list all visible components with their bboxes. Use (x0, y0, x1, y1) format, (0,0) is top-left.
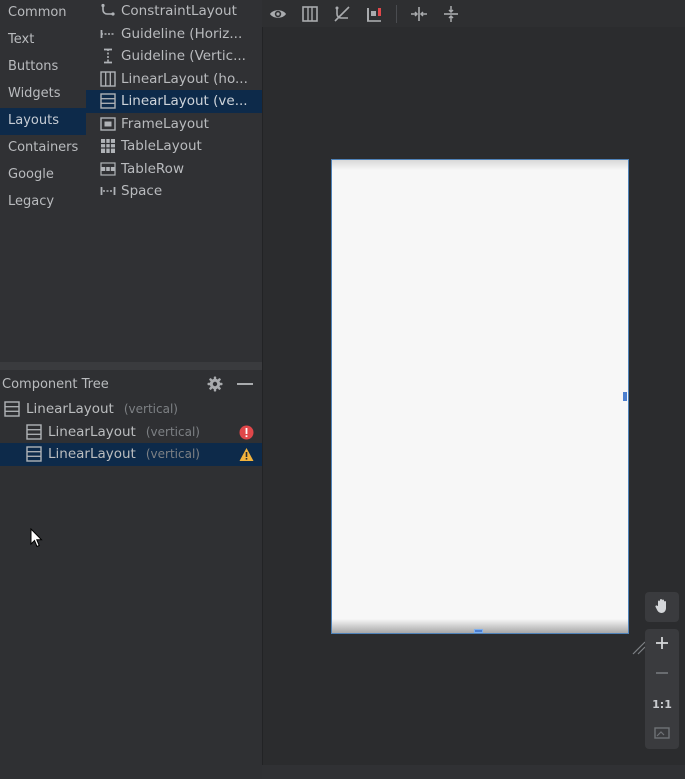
zoom-out-button[interactable] (645, 659, 679, 689)
eye-icon[interactable] (262, 0, 294, 27)
linear-layout-horizontal-icon (100, 71, 116, 87)
resize-handle-bottom[interactable] (474, 629, 483, 633)
tree-node-label: LinearLayout (48, 423, 136, 440)
pack-horizontal-icon[interactable] (403, 0, 435, 27)
tree-node-child-1[interactable]: LinearLayout (vertical) (0, 421, 262, 444)
palette-item-linear-layout-horizontal[interactable]: LinearLayout (ho... (86, 68, 262, 91)
palette-item-label: FrameLayout (121, 115, 209, 132)
palette-item-label: LinearLayout (ve... (121, 93, 248, 110)
category-widgets[interactable]: Widgets (0, 81, 86, 108)
zoom-to-fit-button[interactable] (645, 719, 679, 749)
minimize-icon[interactable] (237, 383, 253, 385)
constraint-layout-icon (100, 3, 116, 19)
blueprint-icon[interactable] (294, 0, 326, 27)
fit-screen-icon (653, 724, 671, 745)
palette-item-label: TableRow (121, 160, 184, 177)
space-icon (100, 183, 116, 199)
component-tree-title: Component Tree (2, 376, 109, 392)
category-legacy[interactable]: Legacy (0, 189, 86, 216)
linear-layout-vertical-icon (4, 401, 20, 417)
palette-categories: Common Text Buttons Widgets Layouts Cont… (0, 0, 86, 362)
tree-node-label: LinearLayout (26, 401, 114, 418)
warning-icon[interactable] (239, 447, 254, 462)
palette-item-constraint-layout[interactable]: ConstraintLayout (86, 0, 262, 23)
category-common[interactable]: Common (0, 0, 86, 27)
palette-item-guideline-vertical[interactable]: Guideline (Vertic... (86, 45, 262, 68)
error-icon[interactable] (239, 425, 254, 440)
tree-node-orientation: (vertical) (145, 424, 200, 439)
tree-node-label: LinearLayout (48, 446, 136, 463)
category-containers[interactable]: Containers (0, 135, 86, 162)
zoom-one-to-one-button[interactable]: 1:1 (645, 689, 679, 719)
tree-node-orientation: (vertical) (145, 447, 200, 462)
panel-splitter[interactable] (0, 362, 262, 370)
tree-node-child-2[interactable]: LinearLayout (vertical) (0, 443, 262, 466)
palette-item-label: Guideline (Horiz... (121, 25, 243, 42)
frame-layout-icon (100, 116, 116, 132)
resize-handle-right[interactable] (623, 392, 627, 401)
palette-item-label: Space (121, 183, 163, 200)
palette-item-label: Guideline (Vertic... (121, 48, 246, 65)
toolbar-separator (396, 4, 397, 23)
pack-vertical-icon[interactable] (435, 0, 467, 27)
palette-item-guideline-horizontal[interactable]: Guideline (Horiz... (86, 23, 262, 46)
plus-icon (653, 634, 671, 655)
canvas-bottom-bar (262, 765, 685, 779)
guideline-vertical-icon (100, 48, 116, 64)
palette-item-label: LinearLayout (ho... (121, 70, 248, 87)
design-toolbar (262, 0, 685, 27)
constraints-off-icon[interactable] (326, 0, 358, 27)
zoom-controls: 1:1 (645, 592, 679, 749)
palette-items: ConstraintLayout Guideline (Horiz... Gui… (86, 0, 262, 362)
tree-node-orientation: (vertical) (123, 402, 178, 417)
linear-layout-vertical-icon (26, 446, 42, 462)
palette-item-linear-layout-vertical[interactable]: LinearLayout (ve... (86, 90, 262, 113)
hand-icon (653, 597, 671, 618)
palette-item-label: ConstraintLayout (121, 3, 237, 20)
zoom-in-button[interactable] (645, 629, 679, 659)
table-row-icon (100, 161, 116, 177)
category-google[interactable]: Google (0, 162, 86, 189)
gear-icon[interactable] (206, 375, 224, 393)
minus-icon (653, 664, 671, 685)
mouse-cursor-icon (30, 527, 44, 548)
table-layout-icon (100, 138, 116, 154)
palette-item-label: TableLayout (121, 138, 202, 155)
palette-item-frame-layout[interactable]: FrameLayout (86, 113, 262, 136)
linear-layout-vertical-icon (100, 93, 116, 109)
guideline-horizontal-icon (100, 26, 116, 42)
infer-icon[interactable] (358, 0, 390, 27)
linear-layout-vertical-icon (26, 424, 42, 440)
tree-node-root[interactable]: LinearLayout (vertical) (0, 398, 262, 421)
palette-panel: Common Text Buttons Widgets Layouts Cont… (0, 0, 262, 362)
component-tree-panel: Component Tree LinearLayout (vertical) L… (0, 370, 262, 779)
category-text[interactable]: Text (0, 27, 86, 54)
category-layouts[interactable]: Layouts (0, 108, 86, 135)
palette-item-table-row[interactable]: TableRow (86, 158, 262, 181)
component-tree-header: Component Tree (0, 370, 262, 398)
device-preview[interactable] (331, 159, 629, 634)
palette-item-space[interactable]: Space (86, 180, 262, 203)
pan-button[interactable] (645, 592, 679, 622)
palette-item-table-layout[interactable]: TableLayout (86, 135, 262, 158)
category-buttons[interactable]: Buttons (0, 54, 86, 81)
